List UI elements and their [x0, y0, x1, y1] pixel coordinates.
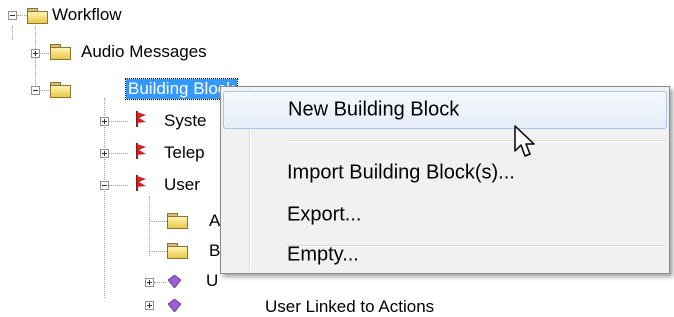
- expand-icon[interactable]: [100, 149, 109, 158]
- tree-line: [108, 121, 128, 122]
- menu-separator: [287, 140, 665, 142]
- context-menu: New Building Block Import Building Block…: [220, 86, 670, 274]
- tree-line: [149, 196, 150, 256]
- folder-icon: [50, 82, 71, 98]
- tree-node-audio-messages[interactable]: Audio Messages: [81, 42, 207, 62]
- menu-item-import-building-blocks[interactable]: Import Building Block(s)...: [223, 154, 667, 192]
- tree-node-user-linked-to-actions[interactable]: User Linked to Actions: [265, 297, 434, 317]
- folder-icon: [27, 8, 48, 24]
- tree-node-u[interactable]: U: [206, 271, 218, 291]
- gem-icon: [168, 275, 181, 288]
- tree-line: [12, 26, 13, 40]
- menu-item-label: Empty...: [287, 243, 359, 266]
- collapse-icon[interactable]: [8, 11, 17, 20]
- folder-icon: [167, 213, 188, 229]
- tree-node-user[interactable]: User: [164, 175, 200, 195]
- collapse-icon[interactable]: [100, 181, 109, 190]
- tree-line: [39, 90, 49, 91]
- tree-node-a[interactable]: A: [209, 211, 220, 231]
- menu-item-label: New Building Block: [288, 98, 460, 121]
- expand-icon[interactable]: [31, 49, 40, 58]
- expand-icon[interactable]: [145, 278, 154, 287]
- menu-item-label: Export...: [287, 203, 362, 226]
- menu-item-new-building-block[interactable]: New Building Block: [223, 91, 667, 129]
- tree-line: [149, 251, 167, 252]
- folder-icon: [167, 243, 188, 259]
- gem-icon: [168, 299, 181, 312]
- tree-node-workflow[interactable]: Workflow: [52, 5, 122, 25]
- tree-node-system[interactable]: Syste: [164, 111, 207, 131]
- tree-line: [39, 53, 49, 54]
- menu-item-label: Import Building Block(s)...: [287, 161, 515, 184]
- tree-line: [17, 15, 27, 16]
- mouse-cursor-icon: [514, 125, 535, 157]
- expand-icon[interactable]: [100, 117, 109, 126]
- building-block-icon: [136, 175, 146, 191]
- tree-line: [108, 185, 128, 186]
- expand-icon[interactable]: [145, 301, 154, 310]
- tree-line: [35, 26, 36, 91]
- folder-icon: [50, 44, 71, 60]
- building-block-icon: [136, 111, 146, 127]
- collapse-icon[interactable]: [31, 86, 40, 95]
- tree-line: [149, 221, 167, 222]
- tree-line: [108, 153, 128, 154]
- building-block-icon: [136, 143, 146, 159]
- tree-node-b[interactable]: B: [209, 241, 220, 261]
- tree-node-telephony[interactable]: Telep: [164, 143, 205, 163]
- tree-line: [154, 282, 166, 283]
- menu-item-empty[interactable]: Empty...: [223, 227, 667, 273]
- tree-line: [104, 98, 105, 298]
